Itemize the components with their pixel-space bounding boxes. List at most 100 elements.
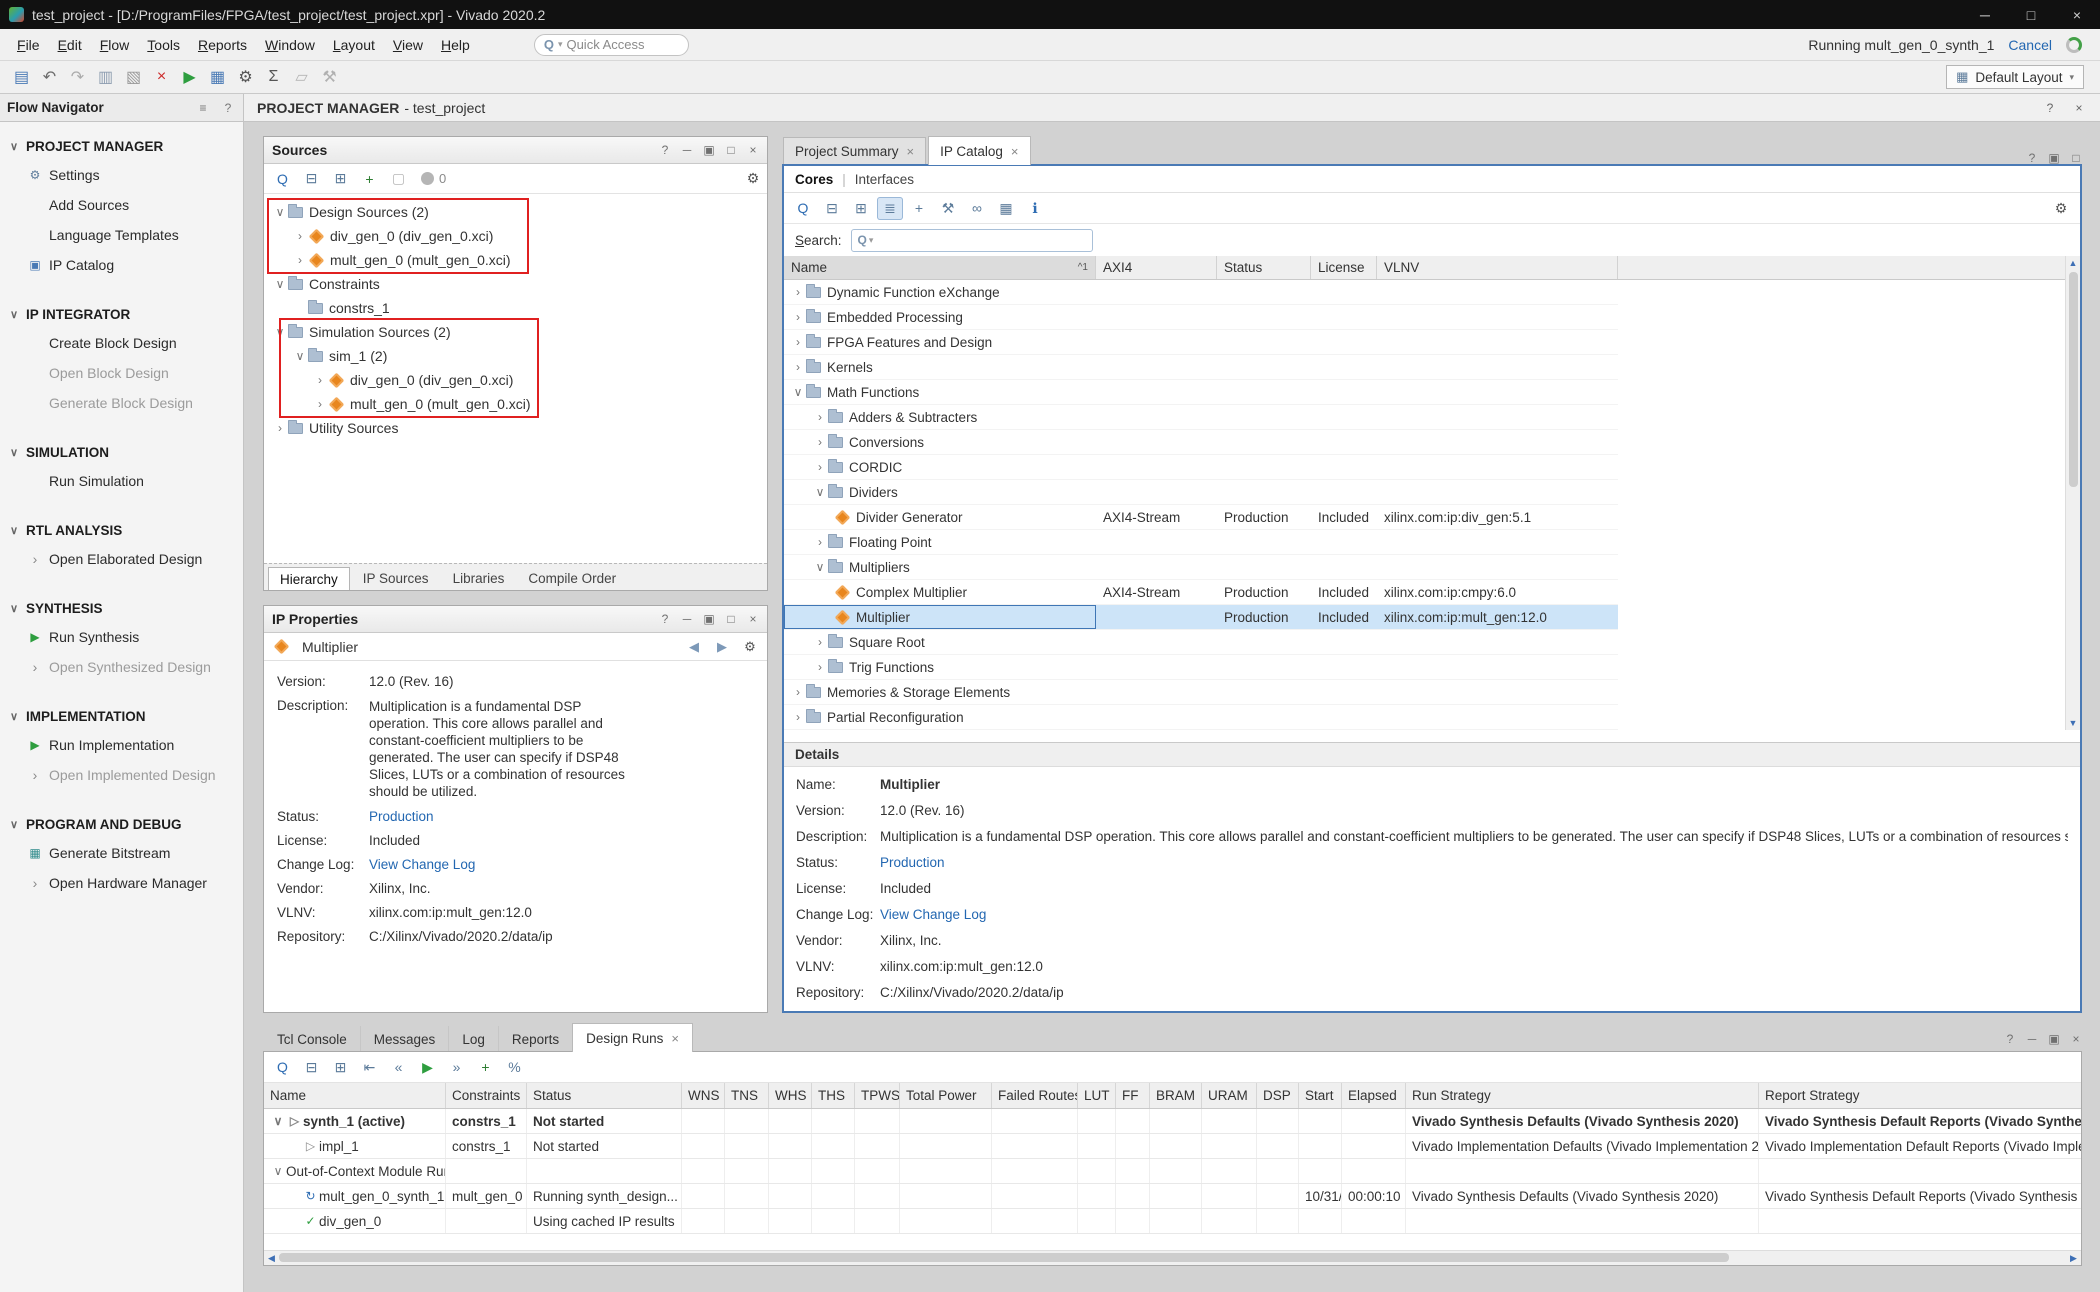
flow-section-header-program-and-debug[interactable]: ∨PROGRAM AND DEBUG — [0, 810, 243, 838]
flow-item-add-sources[interactable]: Add Sources — [0, 190, 243, 220]
gear-icon[interactable]: ⚙ — [2048, 200, 2074, 217]
chevron-right-icon[interactable]: › — [790, 335, 806, 349]
catalog-row-conversions[interactable]: ›Conversions — [784, 430, 1618, 455]
gear-icon[interactable]: ⚙ — [742, 639, 758, 655]
column-header-total-power[interactable]: Total Power — [900, 1083, 992, 1108]
flow-item-open-implemented-design[interactable]: ›Open Implemented Design — [0, 760, 243, 790]
flow-section-header-project-manager[interactable]: ∨PROJECT MANAGER — [0, 132, 243, 160]
chevron-down-icon[interactable]: ∨ — [812, 560, 828, 574]
step-forward-icon[interactable]: » — [444, 1056, 469, 1078]
close-icon[interactable]: × — [1011, 144, 1019, 159]
tab-compile-order[interactable]: Compile Order — [517, 567, 627, 590]
tree-item-utility-sources[interactable]: ›Utility Sources — [264, 416, 767, 440]
column-header-whs[interactable]: WHS — [769, 1083, 812, 1108]
paste-icon[interactable]: ▧ — [120, 64, 147, 90]
link-view-change-log[interactable]: View Change Log — [369, 857, 475, 872]
report-icon[interactable]: ▦ — [204, 64, 231, 90]
column-header-lut[interactable]: LUT — [1078, 1083, 1116, 1108]
link-production[interactable]: Production — [369, 809, 434, 824]
chevron-right-icon[interactable]: › — [812, 460, 828, 474]
save-icon[interactable]: ▤ — [8, 64, 35, 90]
catalog-row-fpga-features-and-design[interactable]: ›FPGA Features and Design — [784, 330, 1618, 355]
cancel-link[interactable]: Cancel — [2008, 37, 2052, 53]
column-header-wns[interactable]: WNS — [682, 1083, 725, 1108]
column-header-axi4[interactable]: AXI4 — [1096, 256, 1217, 279]
scroll-left-icon[interactable]: ◀ — [264, 1253, 279, 1264]
help-icon[interactable]: ? — [659, 612, 671, 626]
taxonomy-view-icon[interactable]: ≣ — [877, 197, 903, 220]
column-header-tpws[interactable]: TPWS — [855, 1083, 900, 1108]
float-icon[interactable]: ▣ — [2048, 1032, 2060, 1046]
column-header-elapsed[interactable]: Elapsed — [1342, 1083, 1406, 1108]
catalog-row-kernels[interactable]: ›Kernels — [784, 355, 1618, 380]
customize-icon[interactable]: ⚒ — [935, 197, 961, 220]
collapse-all-icon[interactable]: ⊟ — [299, 1056, 324, 1078]
close-icon[interactable]: × — [747, 143, 759, 157]
edit-icon[interactable]: ▱ — [288, 64, 315, 90]
search-icon[interactable]: Q — [790, 197, 816, 220]
chevron-down-icon[interactable]: ∨ — [272, 325, 288, 339]
link-production[interactable]: Production — [880, 855, 945, 873]
chevron-right-icon[interactable]: › — [292, 229, 308, 243]
run-row-synth-1-active[interactable]: ∨▷synth_1 (active)constrs_1Not startedVi… — [264, 1109, 2081, 1134]
menu-view[interactable]: View — [384, 33, 432, 57]
float-icon[interactable]: ▣ — [703, 612, 715, 626]
chevron-down-icon[interactable]: ∨ — [292, 349, 308, 363]
messages-filter[interactable]: 0 — [421, 171, 446, 186]
flow-item-run-simulation[interactable]: Run Simulation — [0, 466, 243, 496]
catalog-row-cordic[interactable]: ›CORDIC — [784, 455, 1618, 480]
column-header-dsp[interactable]: DSP — [1257, 1083, 1299, 1108]
flow-section-header-simulation[interactable]: ∨SIMULATION — [0, 438, 243, 466]
expand-all-icon[interactable]: ⊞ — [848, 197, 874, 220]
minimize-icon[interactable]: ─ — [681, 143, 693, 157]
menu-window[interactable]: Window — [256, 33, 324, 57]
column-header-tns[interactable]: TNS — [725, 1083, 769, 1108]
column-header-name[interactable]: Name^1 — [784, 256, 1096, 279]
chevron-right-icon[interactable]: › — [790, 310, 806, 324]
tab-log[interactable]: Log — [448, 1026, 498, 1052]
chevron-down-icon[interactable]: ∨ — [812, 485, 828, 499]
scroll-thumb[interactable] — [279, 1253, 1729, 1262]
flow-item-language-templates[interactable]: Language Templates — [0, 220, 243, 250]
back-icon[interactable]: ◀ — [686, 639, 702, 655]
open-file-icon[interactable]: ▢ — [386, 168, 411, 190]
percent-icon[interactable]: % — [502, 1056, 527, 1078]
column-header-ff[interactable]: FF — [1116, 1083, 1150, 1108]
close-icon[interactable]: × — [907, 144, 915, 159]
column-header-status[interactable]: Status — [1217, 256, 1311, 279]
float-icon[interactable]: ▣ — [2048, 151, 2060, 165]
menu-file[interactable]: File — [8, 33, 49, 57]
tab-tcl-console[interactable]: Tcl Console — [264, 1026, 360, 1052]
close-icon[interactable]: × — [2071, 101, 2087, 115]
column-header-ths[interactable]: THS — [812, 1083, 855, 1108]
help-icon[interactable]: ? — [2004, 1032, 2016, 1046]
add-sources-icon[interactable]: + — [357, 168, 382, 190]
tree-item-mult-gen-0[interactable]: ›mult_gen_0 (mult_gen_0.xci) — [264, 392, 767, 416]
chevron-down-icon[interactable]: ∨ — [270, 1114, 286, 1128]
chevron-right-icon[interactable]: › — [272, 421, 288, 435]
tools-icon[interactable]: ⚒ — [316, 64, 343, 90]
link-icon[interactable]: ∞ — [964, 197, 990, 220]
chevron-right-icon[interactable]: › — [292, 253, 308, 267]
column-header-report-strategy[interactable]: Report Strategy — [1759, 1083, 2082, 1108]
flow-item-create-block-design[interactable]: Create Block Design — [0, 328, 243, 358]
float-icon[interactable]: ▣ — [703, 143, 715, 157]
tab-libraries[interactable]: Libraries — [442, 567, 516, 590]
redo-icon[interactable]: ↷ — [64, 64, 91, 90]
column-header-failed-routes[interactable]: Failed Routes — [992, 1083, 1078, 1108]
chevron-right-icon[interactable]: › — [812, 660, 828, 674]
catalog-row-adders-subtracters[interactable]: ›Adders & Subtracters — [784, 405, 1618, 430]
tree-item-div-gen-0[interactable]: ›div_gen_0 (div_gen_0.xci) — [264, 368, 767, 392]
chevron-right-icon[interactable]: › — [812, 535, 828, 549]
launch-runs-icon[interactable]: ▶ — [415, 1056, 440, 1078]
chevron-down-icon[interactable]: ∨ — [272, 277, 288, 291]
minimize-icon[interactable]: ─ — [681, 612, 693, 626]
undo-icon[interactable]: ↶ — [36, 64, 63, 90]
help-icon[interactable]: ? — [2026, 151, 2038, 165]
flow-item-open-elaborated-design[interactable]: ›Open Elaborated Design — [0, 544, 243, 574]
menu-help[interactable]: Help — [432, 33, 479, 57]
chevron-right-icon[interactable]: › — [790, 360, 806, 374]
catalog-row-memories-storage-elements[interactable]: ›Memories & Storage Elements — [784, 680, 1618, 705]
flow-item-run-synthesis[interactable]: ▶Run Synthesis — [0, 622, 243, 652]
tree-item-design-sources[interactable]: ∨Design Sources (2) — [264, 200, 767, 224]
